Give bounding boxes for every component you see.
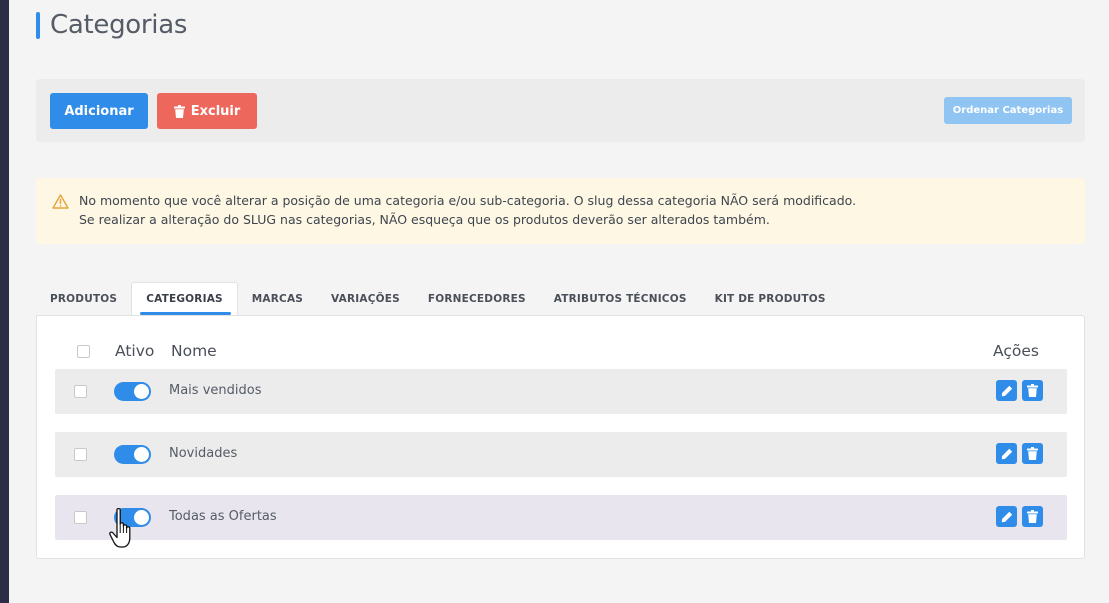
table-row: Novidades — [55, 432, 1067, 477]
order-categories-button[interactable]: Ordenar Categorias — [944, 97, 1072, 124]
active-toggle[interactable] — [114, 382, 151, 401]
row-checkbox[interactable] — [74, 511, 87, 524]
trash-icon — [1027, 384, 1038, 397]
toolbar: Adicionar Excluir Ordenar Categorias — [36, 79, 1085, 142]
tab-marcas[interactable]: MARCAS — [238, 282, 317, 315]
table-row: Todas as Ofertas — [55, 495, 1067, 540]
add-button[interactable]: Adicionar — [50, 93, 148, 129]
alert-line-1: No momento que você alterar a posição de… — [79, 193, 857, 208]
delete-button-label: Excluir — [190, 103, 241, 119]
header-acoes: Ações — [993, 342, 1039, 360]
warning-alert: No momento que você alterar a posição de… — [36, 178, 1085, 244]
delete-button[interactable]: Excluir — [157, 93, 257, 129]
hand-pointer-cursor — [109, 507, 131, 548]
page-header: Categorias — [36, 10, 187, 40]
tab-bar: PRODUTOS CATEGORIAS MARCAS VARIAÇÕES FOR… — [36, 282, 840, 316]
edit-button[interactable] — [996, 443, 1017, 464]
row-checkbox[interactable] — [74, 385, 87, 398]
tab-atributos-tecnicos[interactable]: ATRIBUTOS TÉCNICOS — [540, 282, 701, 315]
header-nome: Nome — [171, 342, 217, 360]
tab-variacoes[interactable]: VARIAÇÕES — [317, 282, 414, 315]
page-title: Categorias — [50, 10, 188, 40]
select-all-checkbox[interactable] — [77, 345, 90, 358]
category-name: Novidades — [169, 446, 238, 461]
alert-line-2: Se realizar a alteração do SLUG nas cate… — [79, 212, 770, 227]
tab-fornecedores[interactable]: FORNECEDORES — [414, 282, 540, 315]
edit-button[interactable] — [996, 506, 1017, 527]
tab-categorias[interactable]: CATEGORIAS — [131, 282, 238, 315]
edit-button[interactable] — [996, 380, 1017, 401]
trash-icon — [1027, 510, 1038, 523]
table-row: Mais vendidos — [55, 369, 1067, 414]
delete-row-button[interactable] — [1022, 443, 1043, 464]
toggle-knob — [134, 384, 149, 399]
category-name: Mais vendidos — [169, 383, 262, 398]
toggle-knob — [134, 447, 149, 462]
category-name: Todas as Ofertas — [169, 509, 277, 524]
trash-icon — [1027, 447, 1038, 460]
toggle-knob — [134, 510, 149, 525]
delete-row-button[interactable] — [1022, 380, 1043, 401]
categories-panel: Ativo Nome Ações Mais vendidos Novidades… — [36, 315, 1085, 559]
sidebar-edge — [0, 0, 9, 603]
tab-kit-de-produtos[interactable]: KIT DE PRODUTOS — [701, 282, 840, 315]
row-checkbox[interactable] — [74, 448, 87, 461]
table-header: Ativo Nome Ações — [37, 340, 1084, 364]
header-ativo: Ativo — [115, 342, 155, 360]
warning-icon — [52, 194, 69, 209]
trash-icon — [173, 104, 185, 118]
tab-produtos[interactable]: PRODUTOS — [36, 282, 131, 315]
pencil-icon — [1001, 448, 1012, 459]
title-accent — [36, 11, 40, 39]
pencil-icon — [1001, 385, 1012, 396]
delete-row-button[interactable] — [1022, 506, 1043, 527]
pencil-icon — [1001, 511, 1012, 522]
active-toggle[interactable] — [114, 445, 151, 464]
